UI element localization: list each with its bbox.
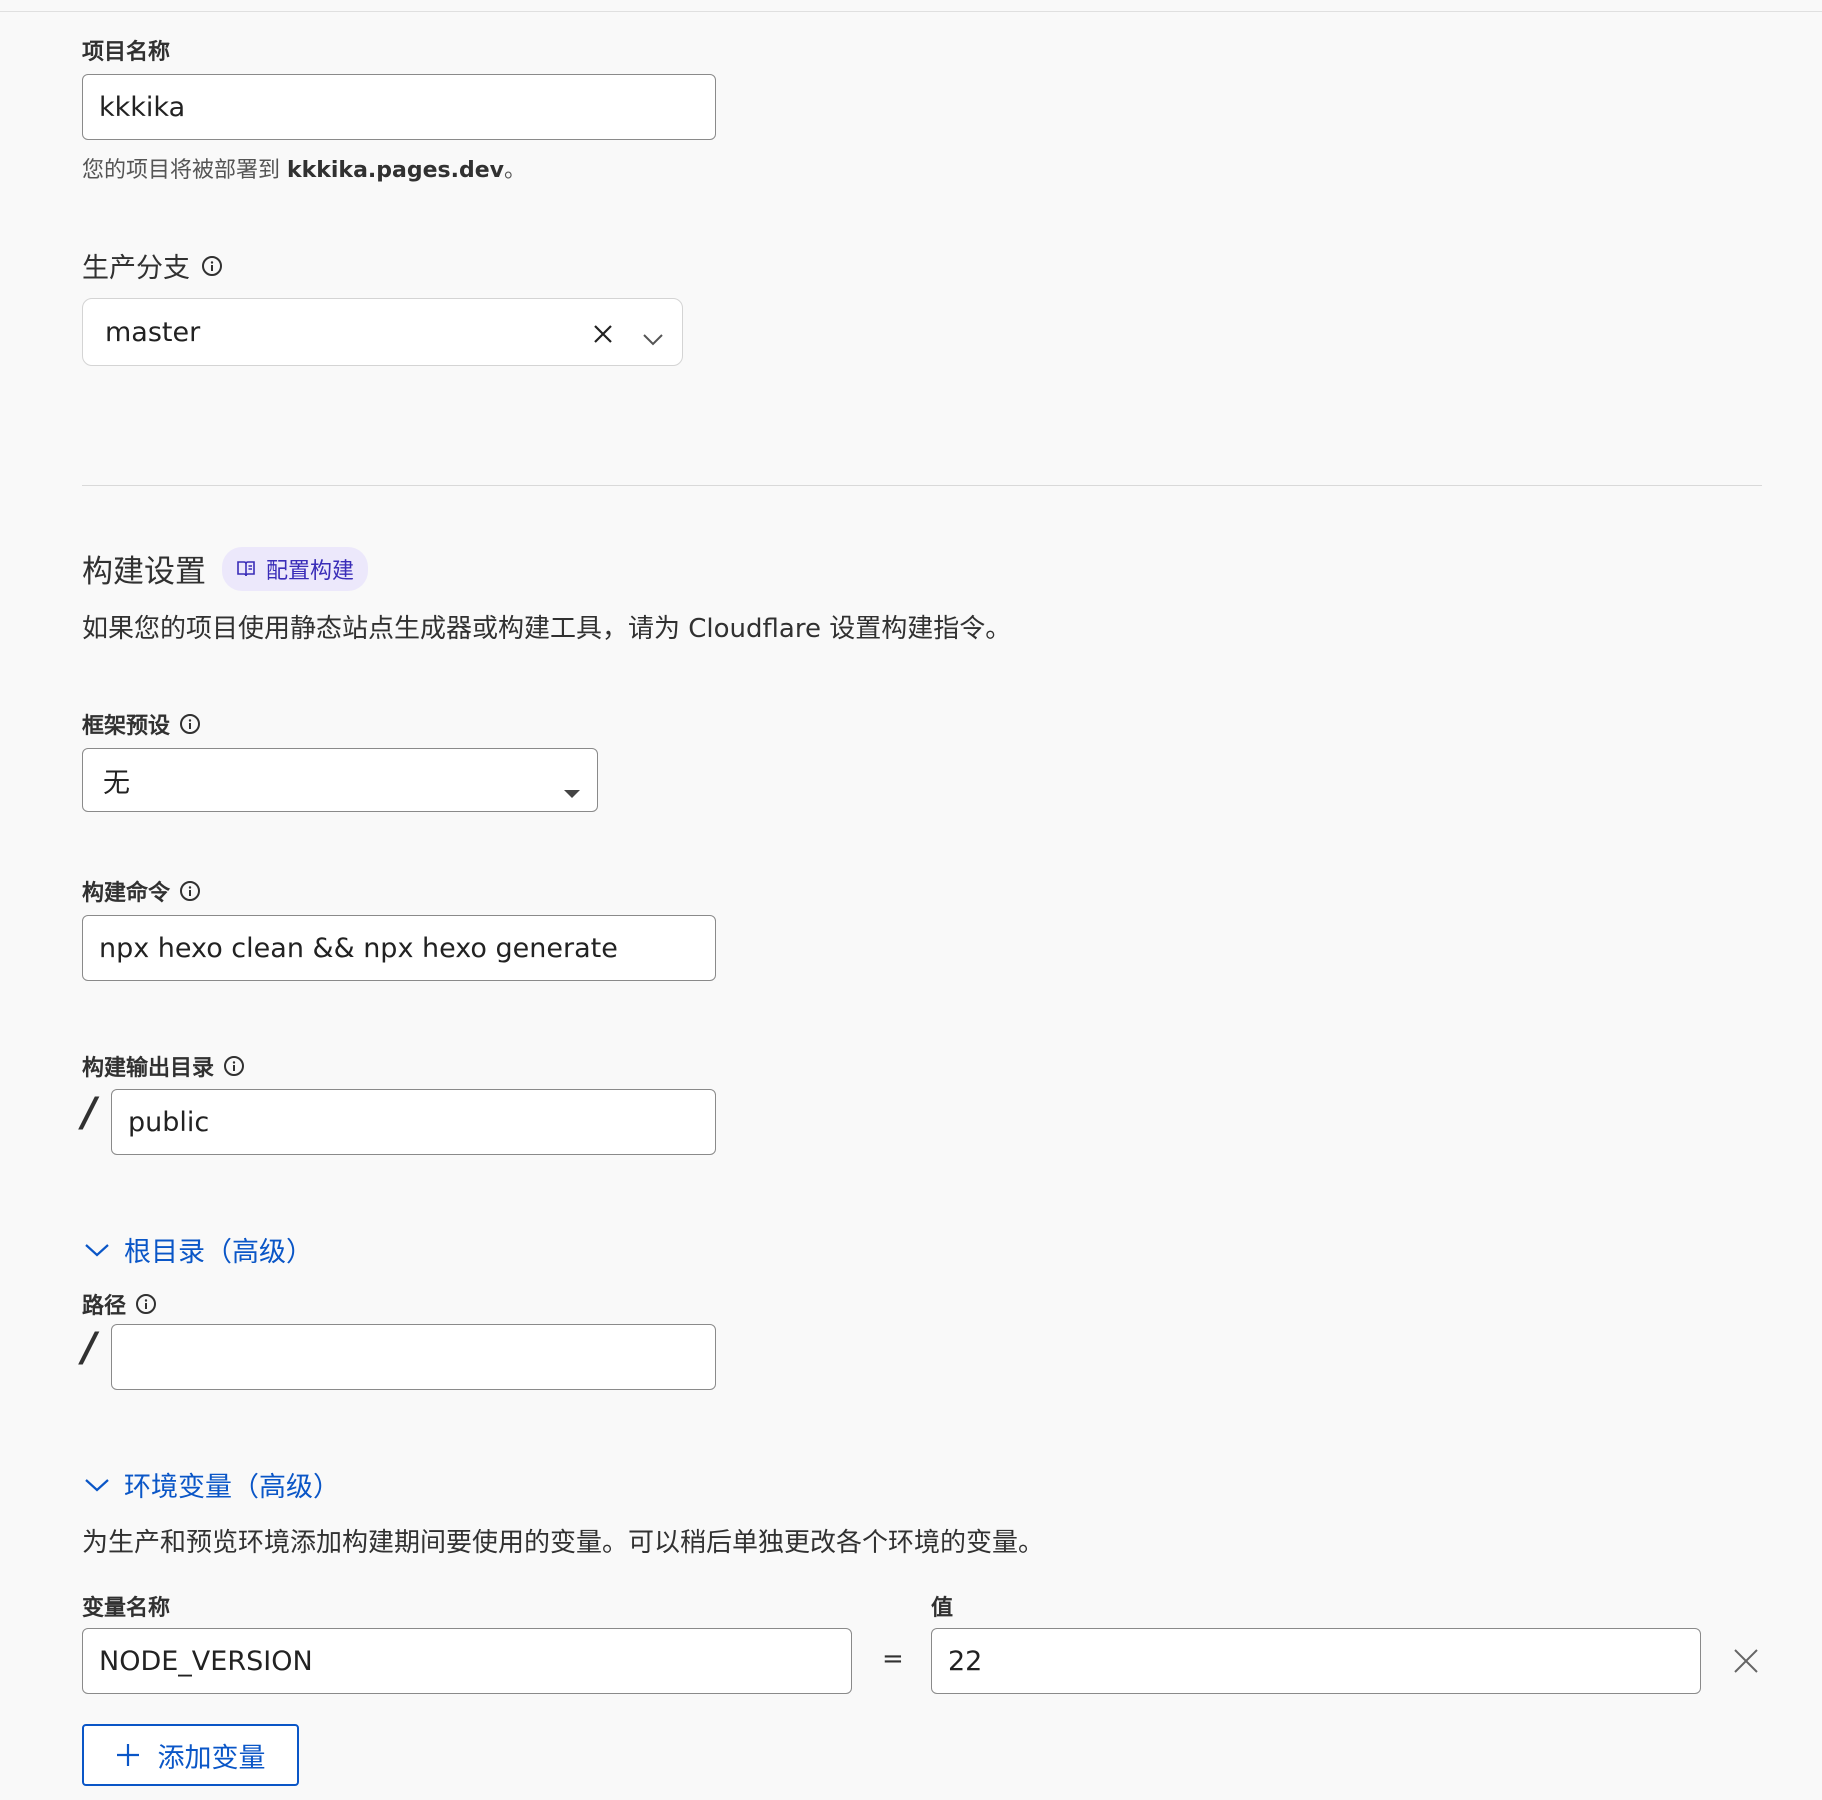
var-name-header-text: 变量名称	[82, 1596, 171, 1621]
info-icon[interactable]	[224, 1056, 245, 1076]
chevron-down-icon	[85, 1478, 109, 1491]
root-directory-toggle[interactable]: 根目录（高级）	[84, 1230, 313, 1269]
root-path-label: 路径	[82, 1288, 157, 1320]
root-path-input[interactable]	[111, 1324, 716, 1390]
book-icon	[237, 560, 255, 576]
root-path-label-text: 路径	[82, 1294, 127, 1319]
framework-preset-value: 无	[103, 767, 130, 799]
build-output-input[interactable]: public	[111, 1089, 716, 1155]
build-command-value: npx hexo clean && npx hexo generate	[99, 932, 618, 964]
chevron-down-icon	[85, 1243, 109, 1256]
env-vars-toggle[interactable]: 环境变量（高级）	[84, 1465, 340, 1504]
hint-suffix: 。	[504, 158, 527, 183]
var-value-input[interactable]: 22	[931, 1628, 1701, 1694]
project-name-value: kkkika	[99, 91, 186, 123]
info-icon[interactable]	[136, 1294, 157, 1314]
configure-build-label: 配置构建	[266, 558, 355, 584]
build-command-label-text: 构建命令	[82, 881, 171, 906]
equals-sign: =	[882, 1644, 904, 1674]
build-settings-header: 构建设置 配置构建	[82, 546, 369, 591]
project-name-input[interactable]: kkkika	[82, 74, 716, 140]
env-vars-toggle-label: 环境变量（高级）	[124, 1472, 340, 1503]
build-settings-description: 如果您的项目使用静态站点生成器或构建工具，请为 Cloudflare 设置构建指…	[82, 614, 1012, 644]
output-path-prefix: /	[82, 1090, 97, 1136]
hint-domain: kkkika.pages.dev	[287, 158, 504, 183]
section-divider	[82, 485, 1762, 486]
production-branch-label-text: 生产分支	[82, 253, 190, 284]
var-value-header-text: 值	[931, 1596, 954, 1621]
hint-prefix: 您的项目将被部署到	[82, 158, 287, 183]
project-name-label-text: 项目名称	[82, 40, 171, 65]
framework-preset-label: 框架预设	[82, 708, 201, 740]
var-name-value: NODE_VERSION	[99, 1645, 313, 1677]
project-name-label: 项目名称	[82, 34, 170, 66]
var-value-value: 22	[948, 1645, 983, 1677]
production-branch-value: master	[105, 316, 201, 348]
clear-icon[interactable]	[592, 321, 614, 352]
remove-variable-icon[interactable]	[1733, 1648, 1759, 1678]
env-vars-description: 为生产和预览环境添加构建期间要使用的变量。可以稍后单独更改各个环境的变量。	[82, 1528, 1045, 1558]
framework-preset-label-text: 框架预设	[82, 714, 171, 739]
chevron-down-icon[interactable]	[642, 323, 664, 354]
root-path-prefix: /	[82, 1325, 97, 1371]
build-command-label: 构建命令	[82, 875, 201, 907]
build-output-value: public	[128, 1106, 210, 1138]
add-variable-button[interactable]: 添加变量	[82, 1724, 299, 1786]
info-icon[interactable]	[180, 714, 201, 734]
production-branch-select[interactable]: master	[82, 298, 683, 366]
build-settings-title: 构建设置	[82, 554, 206, 590]
build-output-label-text: 构建输出目录	[82, 1056, 215, 1081]
root-directory-toggle-label: 根目录（高级）	[124, 1237, 313, 1268]
plus-icon	[116, 1744, 139, 1766]
add-variable-label: 添加变量	[157, 1742, 266, 1774]
configure-build-link[interactable]: 配置构建	[222, 546, 369, 591]
var-value-header: 值	[931, 1590, 953, 1622]
caret-down-icon	[563, 775, 581, 806]
top-divider	[0, 11, 1822, 12]
info-icon[interactable]	[180, 881, 201, 901]
build-command-input[interactable]: npx hexo clean && npx hexo generate	[82, 915, 716, 981]
var-name-header: 变量名称	[82, 1590, 170, 1622]
var-name-input[interactable]: NODE_VERSION	[82, 1628, 852, 1694]
info-icon[interactable]	[202, 255, 222, 276]
build-output-label: 构建输出目录	[82, 1050, 245, 1082]
project-domain-hint: 您的项目将被部署到 kkkika.pages.dev。	[82, 152, 526, 184]
framework-preset-select[interactable]: 无	[82, 748, 598, 812]
production-branch-label: 生产分支	[82, 246, 222, 285]
